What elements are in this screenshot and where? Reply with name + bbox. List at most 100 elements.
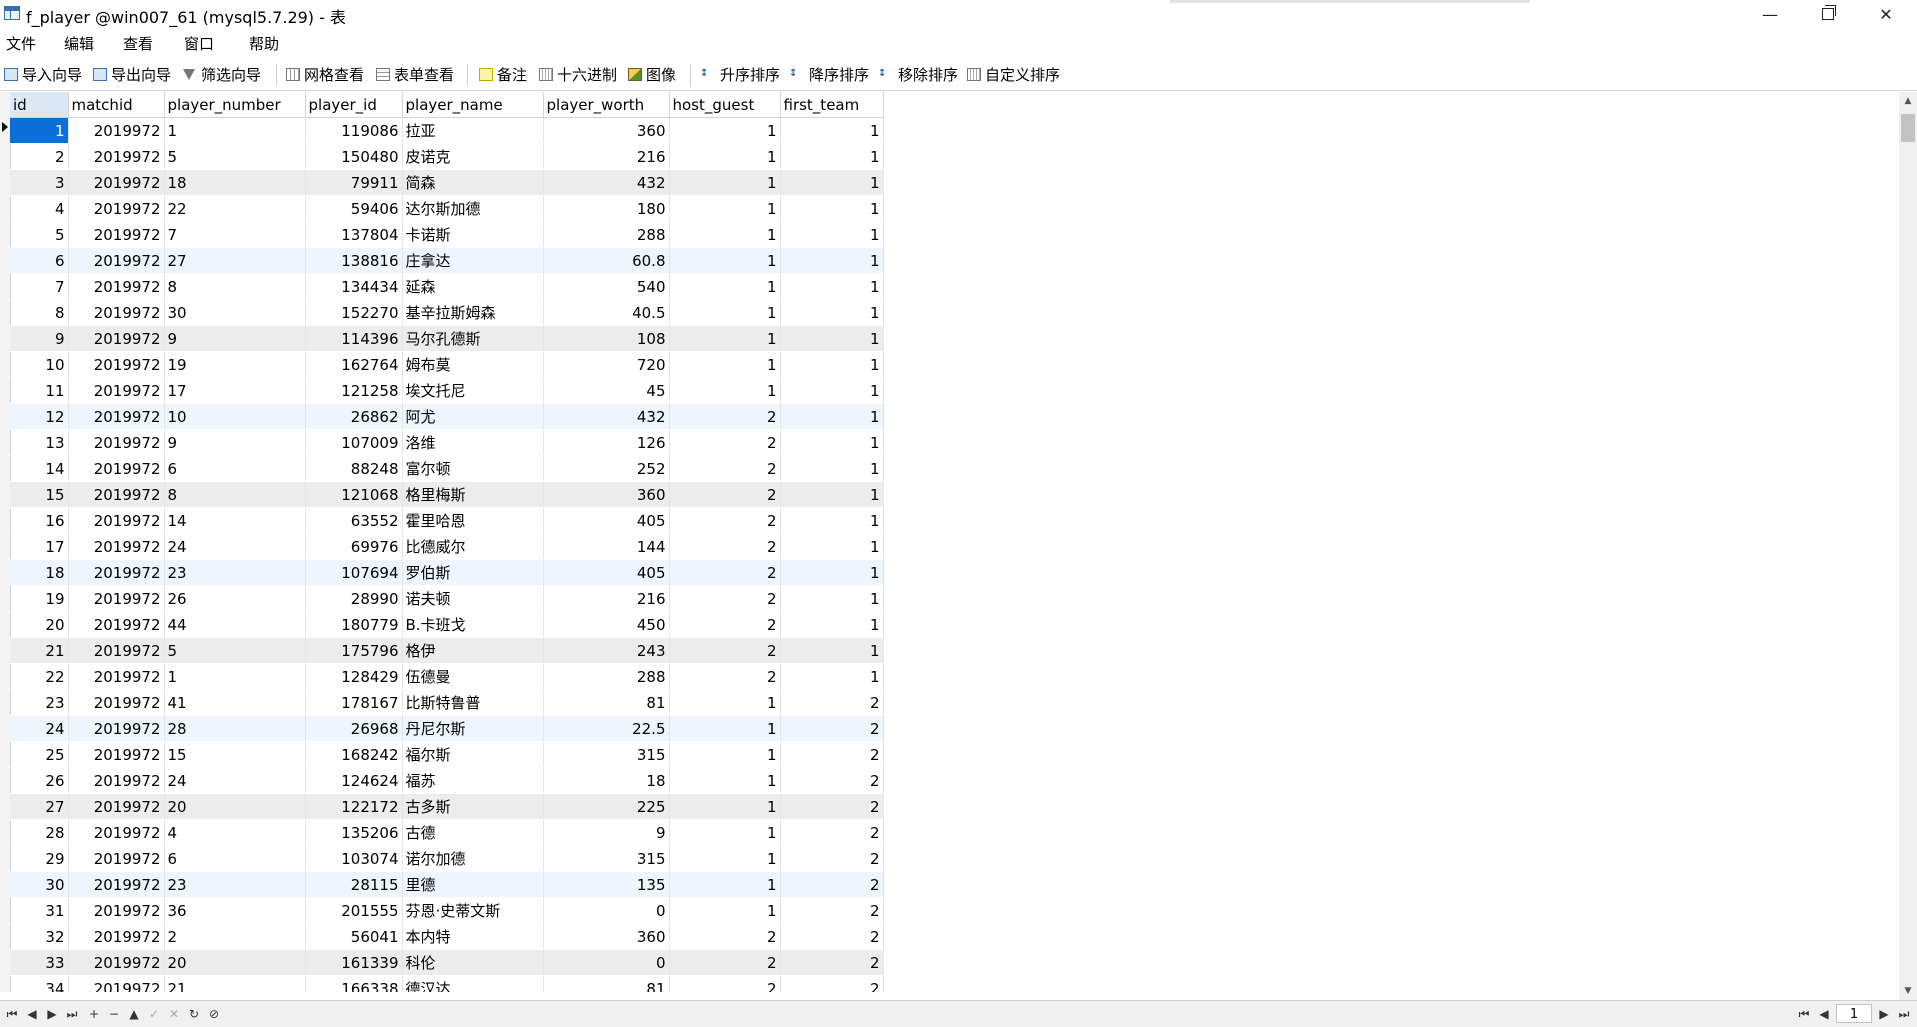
cell-player-id[interactable]: 138816 xyxy=(305,247,403,274)
cell-player-name[interactable]: 格伊 xyxy=(402,637,544,664)
cell-player-number[interactable]: 1 xyxy=(164,663,306,690)
cell-player-name[interactable]: 比斯特鲁普 xyxy=(402,689,544,716)
scroll-up-arrow-icon[interactable]: ▲ xyxy=(1899,92,1917,110)
cell-player-id[interactable]: 121068 xyxy=(305,481,403,508)
column-header[interactable]: matchid xyxy=(68,92,165,118)
cell-player-number[interactable]: 1 xyxy=(164,117,306,144)
cell-id[interactable]: 1 xyxy=(10,117,69,144)
cell-player-number[interactable]: 27 xyxy=(164,247,306,274)
cell-host-guest[interactable]: 2 xyxy=(669,637,781,664)
cell-id[interactable]: 8 xyxy=(10,299,69,326)
grid-view-button[interactable]: 网格查看 xyxy=(286,64,364,84)
cell-host-guest[interactable]: 2 xyxy=(669,559,781,586)
cell-id[interactable]: 25 xyxy=(10,741,69,768)
first-page-button[interactable]: ⏮ xyxy=(1796,1005,1812,1023)
data-grid[interactable]: id matchid player_number player_id playe… xyxy=(0,92,1900,992)
cell-player-name[interactable]: 罗伯斯 xyxy=(402,559,544,586)
cell-player-worth[interactable]: 45 xyxy=(543,377,670,404)
cell-player-name[interactable]: 比德威尔 xyxy=(402,533,544,560)
cell-first-team[interactable]: 1 xyxy=(780,481,884,508)
cell-player-id[interactable]: 175796 xyxy=(305,637,403,664)
cell-player-id[interactable]: 135206 xyxy=(305,819,403,846)
cell-id[interactable]: 28 xyxy=(10,819,69,846)
table-row[interactable]: 29 2019972 6 103074 诺尔加德 315 1 2 xyxy=(10,845,884,872)
cell-id[interactable]: 27 xyxy=(10,793,69,820)
cell-player-worth[interactable]: 18 xyxy=(543,767,670,794)
refresh-button[interactable]: ↻ xyxy=(186,1005,202,1023)
cell-player-name[interactable]: 科伦 xyxy=(402,949,544,976)
cell-id[interactable]: 12 xyxy=(10,403,69,430)
cell-player-worth[interactable]: 216 xyxy=(543,143,670,170)
table-row[interactable]: 8 2019972 30 152270 基辛拉斯姆森 40.5 1 1 xyxy=(10,299,884,326)
cell-id[interactable]: 17 xyxy=(10,533,69,560)
cell-player-worth[interactable]: 126 xyxy=(543,429,670,456)
cell-matchid[interactable]: 2019972 xyxy=(68,429,165,456)
cell-player-name[interactable]: 拉亚 xyxy=(402,117,544,144)
cell-player-worth[interactable]: 360 xyxy=(543,481,670,508)
cell-matchid[interactable]: 2019972 xyxy=(68,637,165,664)
table-row[interactable]: 11 2019972 17 121258 埃文托尼 45 1 1 xyxy=(10,377,884,404)
cell-player-worth[interactable]: 288 xyxy=(543,221,670,248)
cell-id[interactable]: 14 xyxy=(10,455,69,482)
cell-player-number[interactable]: 20 xyxy=(164,793,306,820)
cell-matchid[interactable]: 2019972 xyxy=(68,559,165,586)
cell-first-team[interactable]: 1 xyxy=(780,403,884,430)
table-row[interactable]: 21 2019972 5 175796 格伊 243 2 1 xyxy=(10,637,884,664)
cell-host-guest[interactable]: 2 xyxy=(669,481,781,508)
cell-host-guest[interactable]: 1 xyxy=(669,871,781,898)
cell-matchid[interactable]: 2019972 xyxy=(68,819,165,846)
cell-player-name[interactable]: 马尔孔德斯 xyxy=(402,325,544,352)
cell-matchid[interactable]: 2019972 xyxy=(68,767,165,794)
hex-button[interactable]: 十六进制 xyxy=(539,64,617,84)
table-row[interactable]: 17 2019972 24 69976 比德威尔 144 2 1 xyxy=(10,533,884,560)
delete-record-button[interactable]: − xyxy=(106,1005,122,1023)
cell-first-team[interactable]: 2 xyxy=(780,845,884,872)
cell-first-team[interactable]: 1 xyxy=(780,663,884,690)
next-page-button[interactable]: ▶ xyxy=(1876,1005,1892,1023)
cell-player-name[interactable]: 古德 xyxy=(402,819,544,846)
cell-id[interactable]: 16 xyxy=(10,507,69,534)
cell-first-team[interactable]: 1 xyxy=(780,169,884,196)
export-wizard-button[interactable]: 导出向导 xyxy=(93,64,171,84)
table-row[interactable]: 14 2019972 6 88248 富尔顿 252 2 1 xyxy=(10,455,884,482)
cell-player-id[interactable]: 26968 xyxy=(305,715,403,742)
cell-first-team[interactable]: 1 xyxy=(780,299,884,326)
cell-player-worth[interactable]: 225 xyxy=(543,793,670,820)
image-button[interactable]: 图像 xyxy=(628,64,676,84)
cell-matchid[interactable]: 2019972 xyxy=(68,741,165,768)
cell-player-name[interactable]: 芬恩·史蒂文斯 xyxy=(402,897,544,924)
cell-player-name[interactable]: 富尔顿 xyxy=(402,455,544,482)
cell-host-guest[interactable]: 1 xyxy=(669,767,781,794)
cell-player-id[interactable]: 150480 xyxy=(305,143,403,170)
cell-id[interactable]: 21 xyxy=(10,637,69,664)
cell-host-guest[interactable]: 1 xyxy=(669,299,781,326)
cell-matchid[interactable]: 2019972 xyxy=(68,611,165,638)
cell-host-guest[interactable]: 1 xyxy=(669,221,781,248)
apply-changes-button[interactable]: ✓ xyxy=(146,1005,162,1023)
table-row[interactable]: 1 2019972 1 119086 拉亚 360 1 1 xyxy=(10,117,884,144)
cell-host-guest[interactable]: 2 xyxy=(669,403,781,430)
cell-host-guest[interactable]: 1 xyxy=(669,273,781,300)
cell-matchid[interactable]: 2019972 xyxy=(68,689,165,716)
table-row[interactable]: 20 2019972 44 180779 B.卡班戈 450 2 1 xyxy=(10,611,884,638)
cell-player-name[interactable]: 埃文托尼 xyxy=(402,377,544,404)
table-row[interactable]: 19 2019972 26 28990 诺夫顿 216 2 1 xyxy=(10,585,884,612)
cell-player-id[interactable]: 134434 xyxy=(305,273,403,300)
cell-player-number[interactable]: 5 xyxy=(164,143,306,170)
cell-player-number[interactable]: 30 xyxy=(164,299,306,326)
cell-player-name[interactable]: 本内特 xyxy=(402,923,544,950)
table-row[interactable]: 13 2019972 9 107009 洛维 126 2 1 xyxy=(10,429,884,456)
cell-first-team[interactable]: 1 xyxy=(780,559,884,586)
cell-player-name[interactable]: 福尔斯 xyxy=(402,741,544,768)
cell-player-number[interactable]: 19 xyxy=(164,351,306,378)
cell-id[interactable]: 29 xyxy=(10,845,69,872)
cell-host-guest[interactable]: 1 xyxy=(669,117,781,144)
cell-matchid[interactable]: 2019972 xyxy=(68,325,165,352)
cell-player-number[interactable]: 36 xyxy=(164,897,306,924)
table-row[interactable]: 5 2019972 7 137804 卡诺斯 288 1 1 xyxy=(10,221,884,248)
cell-player-worth[interactable]: 180 xyxy=(543,195,670,222)
cell-host-guest[interactable]: 2 xyxy=(669,611,781,638)
cell-host-guest[interactable]: 2 xyxy=(669,663,781,690)
cell-player-id[interactable]: 124624 xyxy=(305,767,403,794)
cell-first-team[interactable]: 2 xyxy=(780,975,884,992)
